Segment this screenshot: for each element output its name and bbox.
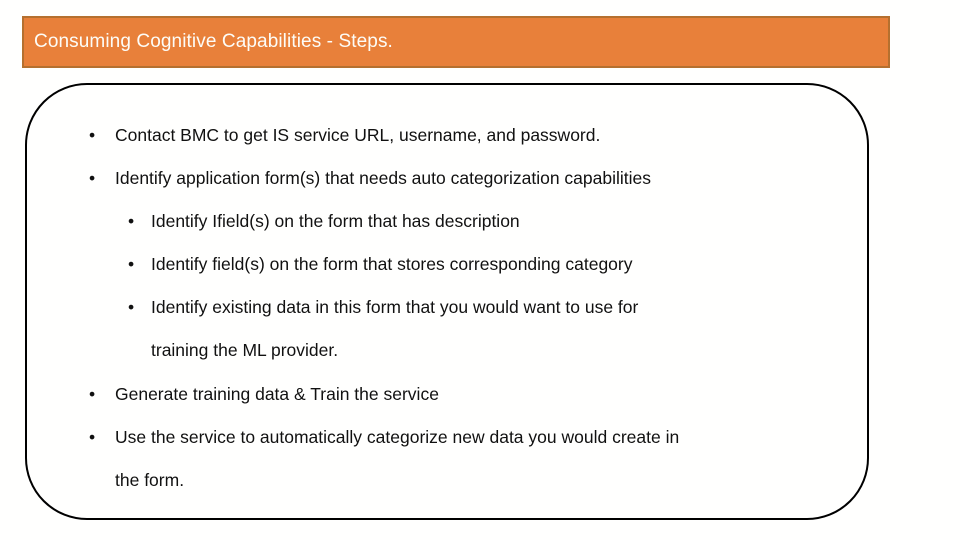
bullet-text: Identify field(s) on the form that store…	[151, 254, 633, 274]
bullet-text: Generate training data & Train the servi…	[115, 384, 439, 404]
bullet-point-icon: •	[89, 168, 96, 188]
bullet-point-icon: •	[89, 384, 96, 404]
bullet-text: Identify Ifield(s) on the form that has …	[151, 211, 520, 231]
bullet-point-icon: •	[128, 297, 135, 317]
slide-title-bar: Consuming Cognitive Capabilities - Steps…	[22, 16, 890, 68]
bullet-text: Identify existing data in this form that…	[151, 297, 639, 317]
bullet-text: Identify application form(s) that needs …	[115, 168, 651, 188]
bullet-point-icon: •	[89, 427, 96, 447]
bullet-text: Contact BMC to get IS service URL, usern…	[115, 125, 601, 145]
bullet-text: the form.	[115, 470, 185, 490]
bullet-text: Use the service to automatically categor…	[115, 427, 680, 447]
bullet-point-icon: •	[128, 211, 135, 231]
bullet-point-icon: •	[89, 125, 96, 145]
page-title: Consuming Cognitive Capabilities - Steps…	[34, 31, 393, 52]
bullet-point-icon: •	[128, 254, 135, 274]
bullet-text: training the ML provider.	[151, 340, 339, 360]
slide-canvas: Consuming Cognitive Capabilities - Steps…	[0, 0, 960, 540]
